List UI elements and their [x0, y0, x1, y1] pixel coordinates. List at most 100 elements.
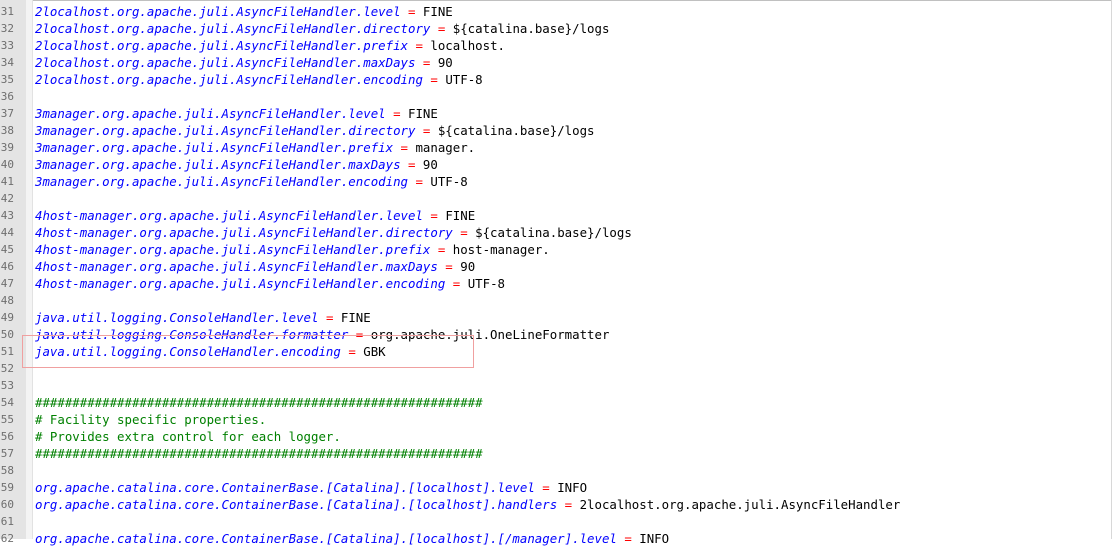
code-line[interactable]: 45 4host-manager.org.apache.juli.AsyncFil…: [0, 241, 1112, 258]
line-content: 3manager.org.apache.juli.AsyncFileHandle…: [35, 122, 595, 139]
code-line[interactable]: 44 4host-manager.org.apache.juli.AsyncFil…: [0, 224, 1112, 241]
line-content: 4host-manager.org.apache.juli.AsyncFileH…: [35, 224, 632, 241]
property-key: org.apache.catalina.core.ContainerBase.[…: [35, 480, 535, 495]
code-line[interactable]: 42: [0, 190, 1112, 207]
line-number: 59: [0, 481, 14, 494]
line-content: 2localhost.org.apache.juli.AsyncFileHand…: [35, 71, 483, 88]
property-value: FINE: [422, 4, 453, 19]
line-number: 32: [0, 22, 14, 35]
assignment-operator: =: [385, 106, 409, 121]
property-key: 4host-manager.org.apache.juli.AsyncFileH…: [35, 242, 431, 257]
text-editor[interactable]: 31 2localhost.org.apache.juli.AsyncFileHa…: [0, 0, 1112, 546]
line-content: 4host-manager.org.apache.juli.AsyncFileH…: [35, 275, 505, 292]
property-value: UTF-8: [467, 276, 505, 291]
property-key: 2localhost.org.apache.juli.AsyncFileHand…: [35, 72, 423, 87]
code-line[interactable]: 38 3manager.org.apache.juli.AsyncFileHand…: [0, 122, 1112, 139]
line-content: # Provides extra control for each logger…: [35, 428, 341, 445]
line-number: 51: [0, 345, 14, 358]
code-line[interactable]: 54 ######################################…: [0, 394, 1112, 411]
line-content: org.apache.catalina.core.ContainerBase.[…: [35, 496, 900, 513]
code-line[interactable]: 55 # Facility specific properties.: [0, 411, 1112, 428]
code-line[interactable]: 58: [0, 462, 1112, 479]
comment-text: ########################################…: [35, 446, 483, 461]
property-value: ${catalina.base}/logs: [452, 21, 610, 36]
line-content: ########################################…: [35, 445, 483, 462]
line-number: 50: [0, 328, 14, 341]
highlight-annotation-box: [22, 335, 474, 368]
code-line[interactable]: 56 # Provides extra control for each logg…: [0, 428, 1112, 445]
line-number: 44: [0, 226, 14, 239]
comment-text: ########################################…: [35, 395, 483, 410]
comment-text: # Provides extra control for each logger…: [35, 429, 341, 444]
code-line[interactable]: 61: [0, 513, 1112, 530]
code-line[interactable]: 43 4host-manager.org.apache.juli.AsyncFil…: [0, 207, 1112, 224]
code-line[interactable]: 37 3manager.org.apache.juli.AsyncFileHand…: [0, 105, 1112, 122]
property-key: 3manager.org.apache.juli.AsyncFileHandle…: [35, 106, 386, 121]
line-number: 38: [0, 124, 14, 137]
assignment-operator: =: [408, 38, 431, 53]
line-number: 48: [0, 294, 14, 307]
property-key: 4host-manager.org.apache.juli.AsyncFileH…: [35, 276, 446, 291]
assignment-operator: =: [393, 140, 416, 155]
line-number: 37: [0, 107, 14, 120]
line-number: 39: [0, 141, 14, 154]
line-content: 4host-manager.org.apache.juli.AsyncFileH…: [35, 258, 475, 275]
code-line[interactable]: 32 2localhost.org.apache.juli.AsyncFileHa…: [0, 20, 1112, 37]
code-line[interactable]: 34 2localhost.org.apache.juli.AsyncFileHa…: [0, 54, 1112, 71]
line-content: 3manager.org.apache.juli.AsyncFileHandle…: [35, 139, 475, 156]
code-line[interactable]: 35 2localhost.org.apache.juli.AsyncFileHa…: [0, 71, 1112, 88]
property-value: 2localhost.org.apache.juli.AsyncFileHand…: [579, 497, 901, 512]
code-line[interactable]: 57 ######################################…: [0, 445, 1112, 462]
property-key: 3manager.org.apache.juli.AsyncFileHandle…: [35, 157, 401, 172]
code-line[interactable]: 41 3manager.org.apache.juli.AsyncFileHand…: [0, 173, 1112, 190]
property-value: UTF-8: [445, 72, 483, 87]
code-line[interactable]: 46 4host-manager.org.apache.juli.AsyncFil…: [0, 258, 1112, 275]
code-line[interactable]: 33 2localhost.org.apache.juli.AsyncFileHa…: [0, 37, 1112, 54]
line-number: 41: [0, 175, 14, 188]
property-value: host-manager.: [452, 242, 550, 257]
code-line[interactable]: 36: [0, 88, 1112, 105]
line-content: 3manager.org.apache.juli.AsyncFileHandle…: [35, 156, 438, 173]
property-value: ${catalina.base}/logs: [437, 123, 595, 138]
code-line[interactable]: 31 2localhost.org.apache.juli.AsyncFileHa…: [0, 3, 1112, 20]
line-content: 2localhost.org.apache.juli.AsyncFileHand…: [35, 3, 453, 20]
line-content: 2localhost.org.apache.juli.AsyncFileHand…: [35, 20, 609, 37]
code-line[interactable]: 60 org.apache.catalina.core.ContainerBase…: [0, 496, 1112, 513]
assignment-operator: =: [445, 276, 468, 291]
code-line[interactable]: 59 org.apache.catalina.core.ContainerBase…: [0, 479, 1112, 496]
code-line[interactable]: 47 4host-manager.org.apache.juli.AsyncFil…: [0, 275, 1112, 292]
code-line[interactable]: 53: [0, 377, 1112, 394]
assignment-operator: =: [422, 72, 446, 87]
assignment-operator: =: [318, 310, 341, 325]
assignment-operator: =: [415, 55, 438, 70]
code-line[interactable]: 48: [0, 292, 1112, 309]
assignment-operator: =: [422, 208, 446, 223]
assignment-operator: =: [430, 21, 453, 36]
code-line[interactable]: 49 java.util.logging.ConsoleHandler.level…: [0, 309, 1112, 326]
line-number: 46: [0, 260, 14, 273]
property-key: 4host-manager.org.apache.juli.AsyncFileH…: [35, 208, 423, 223]
property-key: 2localhost.org.apache.juli.AsyncFileHand…: [35, 4, 401, 19]
code-line[interactable]: 39 3manager.org.apache.juli.AsyncFileHand…: [0, 139, 1112, 156]
property-value: 90: [460, 259, 476, 274]
property-value: INFO: [557, 480, 588, 495]
line-content: 3manager.org.apache.juli.AsyncFileHandle…: [35, 105, 438, 122]
assignment-operator: =: [408, 174, 431, 189]
line-number: 52: [0, 362, 14, 375]
property-key: 2localhost.org.apache.juli.AsyncFileHand…: [35, 38, 408, 53]
code-line[interactable]: 40 3manager.org.apache.juli.AsyncFileHand…: [0, 156, 1112, 173]
line-number: 47: [0, 277, 14, 290]
property-key: java.util.logging.ConsoleHandler.level: [35, 310, 319, 325]
assignment-operator: =: [437, 259, 461, 274]
line-content: 4host-manager.org.apache.juli.AsyncFileH…: [35, 241, 550, 258]
property-key: 3manager.org.apache.juli.AsyncFileHandle…: [35, 174, 408, 189]
property-value: FINE: [408, 106, 438, 121]
property-key: 4host-manager.org.apache.juli.AsyncFileH…: [35, 225, 453, 240]
line-number: 43: [0, 209, 14, 222]
line-number: 35: [0, 73, 14, 86]
assignment-operator: =: [452, 225, 476, 240]
property-key: 4host-manager.org.apache.juli.AsyncFileH…: [35, 259, 438, 274]
assignment-operator: =: [400, 157, 423, 172]
line-content: java.util.logging.ConsoleHandler.level =…: [35, 309, 371, 326]
property-value: FINE: [445, 208, 476, 223]
